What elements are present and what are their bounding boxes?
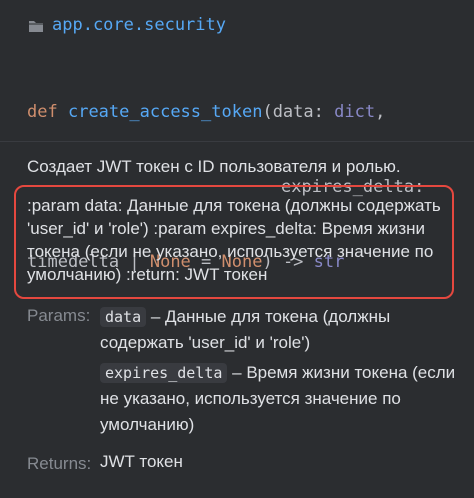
- module-path-text[interactable]: app.core.security: [52, 15, 226, 35]
- quick-documentation-popup: app.core.security def create_access_toke…: [0, 0, 474, 498]
- param-dash: –: [146, 307, 166, 326]
- signature-line-1: def create_access_token(data: dict,: [27, 100, 424, 125]
- divider: [0, 141, 474, 142]
- function-name: create_access_token: [67, 102, 263, 122]
- param-name-chip: data: [100, 307, 147, 327]
- module-path: app.core.security: [28, 12, 226, 38]
- param-colon: :: [313, 102, 335, 122]
- returns-label: Returns:: [27, 454, 92, 473]
- param-item: expires_delta – Время жизни токена (если…: [100, 360, 460, 438]
- param-data-name: data: [272, 102, 314, 122]
- returns-value: JWT токен: [100, 452, 183, 471]
- params-label: Params:: [27, 306, 91, 325]
- raw-docstring: :param data: Данные для токена (должны с…: [27, 196, 441, 284]
- def-keyword: def: [27, 102, 58, 122]
- params-list: data – Данные для токена (должны содержа…: [100, 304, 460, 438]
- param-dash: –: [227, 363, 247, 382]
- param-data-type[interactable]: dict: [334, 102, 375, 122]
- param-name-chip: expires_delta: [100, 363, 228, 383]
- folder-icon: [28, 18, 44, 32]
- param-comma: ,: [375, 102, 386, 122]
- doc-summary: Создает JWT токен с ID пользователя и ро…: [27, 157, 401, 176]
- param-item: data – Данные для токена (должны содержа…: [100, 304, 460, 356]
- open-paren: (: [262, 102, 273, 122]
